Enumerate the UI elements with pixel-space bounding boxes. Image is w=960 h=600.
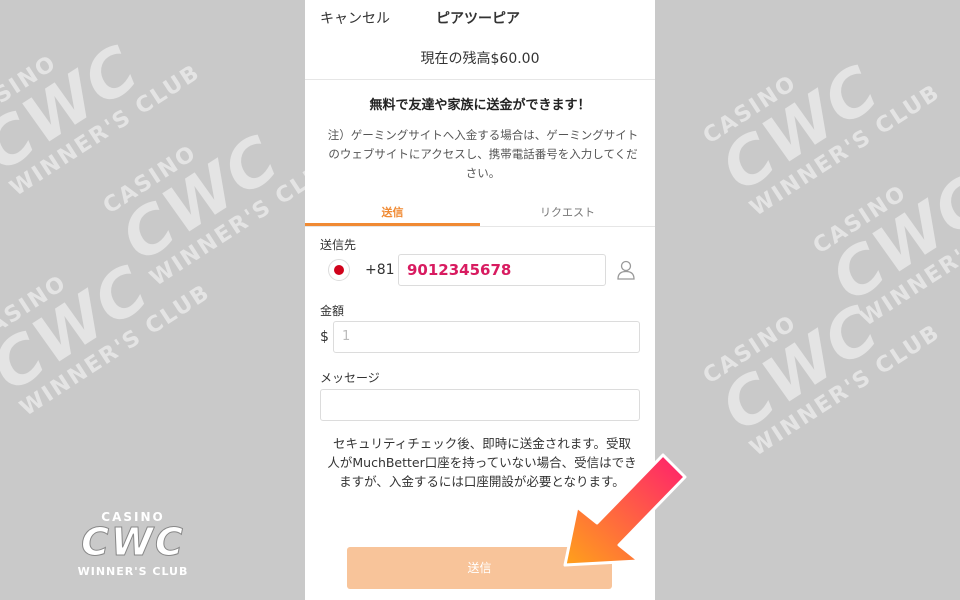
amount-label: 金額 [320, 304, 345, 318]
phone-number-input[interactable]: 9012345678 [398, 254, 606, 286]
amount-input[interactable]: 1 [333, 321, 640, 353]
contact-person-icon[interactable] [616, 259, 636, 281]
japan-flag-icon[interactable] [328, 259, 350, 281]
top-bar: キャンセル ピアツーピア [305, 0, 655, 30]
recipient-label: 送信先 [320, 238, 357, 252]
currency-symbol: $ [320, 329, 329, 345]
pointer-arrow-icon [563, 453, 687, 567]
headline: 無料で友達や家族に送金ができます！ [369, 98, 591, 113]
logo-club-text: WINNER'S CLUB [77, 565, 189, 578]
tab-bar: 送信 リクエスト [305, 200, 655, 227]
page-title: ピアツーピア [436, 11, 520, 27]
cancel-button[interactable]: キャンセル [320, 8, 390, 28]
tab-request[interactable]: リクエスト [480, 204, 655, 220]
active-tab-indicator [305, 223, 480, 226]
divider [305, 79, 655, 80]
tab-send[interactable]: 送信 [305, 204, 480, 220]
country-code[interactable]: +81 [365, 262, 395, 278]
note-text: 注）ゲーミングサイトへ入金する場合は、ゲーミングサイトのウェブサイトにアクセスし… [327, 128, 639, 180]
logo-main-text: CWC [81, 520, 185, 565]
message-label: メッセージ [320, 371, 380, 385]
balance-text: 現在の残高$60.00 [420, 51, 540, 67]
message-input[interactable] [320, 389, 640, 421]
cwc-logo: CASINO CWC WINNER'S CLUB [68, 510, 198, 580]
